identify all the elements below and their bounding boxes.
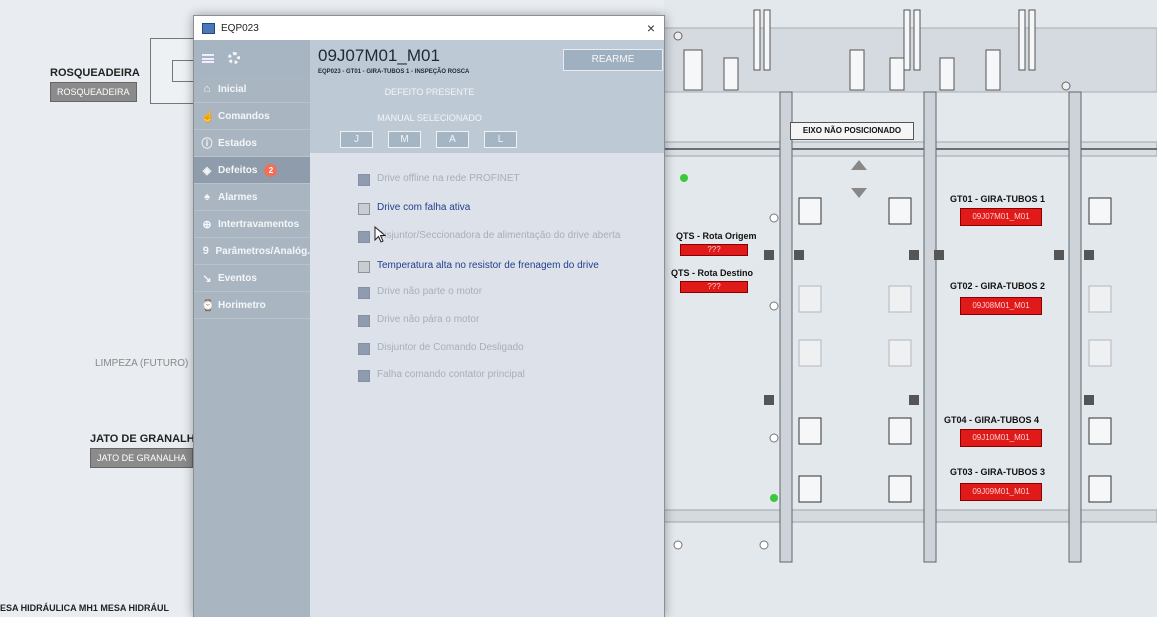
fault-inactive-indicator xyxy=(358,343,370,355)
dialog-title: EQP023 xyxy=(221,22,259,34)
fault-item: Drive com falha ativa xyxy=(358,202,648,215)
qts-origin-value: ??? xyxy=(680,244,748,256)
sidebar-item-7[interactable]: ↘ Eventos xyxy=(194,265,310,292)
rosqueadeira-machine-inner xyxy=(172,60,194,82)
fault-label: Disjuntor de Comando Desligado xyxy=(377,342,524,353)
gear-icon[interactable] xyxy=(228,52,240,64)
fault-status-text: DEFEITO PRESENTE xyxy=(384,87,475,97)
close-icon[interactable]: × xyxy=(638,20,664,36)
scada-screen: ROSQUEADEIRA ROSQUEADEIRA LIMPEZA (FUTUR… xyxy=(0,0,1157,617)
fault-label: Drive com falha ativa xyxy=(377,202,471,213)
jato-badge[interactable]: JATO DE GRANALHA xyxy=(90,448,194,468)
sidebar-item-2[interactable]: ⓘ Estados xyxy=(194,130,310,157)
bell-icon: ♠ xyxy=(204,191,210,203)
fault-item: Temperatura alta no resistor de frenagem… xyxy=(358,260,648,273)
fault-label: Drive não pára o motor xyxy=(377,314,480,325)
gt03-tag[interactable]: 09J09M01_M01 xyxy=(960,483,1042,501)
fault-active-indicator xyxy=(358,203,370,215)
fault-inactive-indicator xyxy=(358,287,370,299)
parameters-icon: 9 xyxy=(202,245,209,257)
info-icon: ⓘ xyxy=(201,138,213,150)
sidebar-item-label: Inicial xyxy=(218,83,247,95)
sidebar-item-8[interactable]: ⌚ Horimetro xyxy=(194,292,310,319)
sidebar-item-label: Horimetro xyxy=(218,299,266,311)
fault-inactive-indicator xyxy=(358,315,370,327)
gt01-tag[interactable]: 09J07M01_M01 xyxy=(960,208,1042,226)
gt04-tag[interactable]: 09J10M01_M01 xyxy=(960,429,1042,447)
jato-label: JATO DE GRANALHA xyxy=(90,433,203,445)
fault-active-indicator xyxy=(358,261,370,273)
qts-destination-label: QTS - Rota Destino xyxy=(671,268,754,278)
qts-origin-label: QTS - Rota Origem xyxy=(676,231,757,241)
rosqueadeira-label: ROSQUEADEIRA xyxy=(50,67,140,79)
gt04-title: GT04 - GIRA-TUBOS 4 xyxy=(944,415,1040,425)
fault-label: Temperatura alta no resistor de frenagem… xyxy=(377,260,599,271)
sidebar-item-label: Parâmetros/Analóg. xyxy=(215,245,310,257)
fault-label: Drive offline na rede PROFINET xyxy=(377,173,520,184)
device-path: EQP023 - GT01 - GIRA-TUBOS 1 - INSPEÇÃO … xyxy=(318,69,470,75)
fault-item: Disjuntor de Comando Desligado xyxy=(358,342,648,355)
menu-icon[interactable] xyxy=(202,53,214,63)
sidebar-item-label: Comandos xyxy=(218,110,270,122)
clock-icon: ⌚ xyxy=(201,299,215,312)
fault-label: Disjuntor/Seccionadora de alimentação do… xyxy=(377,230,621,241)
sidebar-item-3[interactable]: ◈ Defeitos 2 xyxy=(194,157,310,184)
dialog-sidebar: ⌂ Inicial ☝ Comandos ⓘ Estados ◈ Defeitos 2 ♠ Alar… xyxy=(194,40,310,617)
rearme-button[interactable]: REARME xyxy=(563,49,663,71)
app-window-icon xyxy=(202,22,215,34)
plant-layout-graphic xyxy=(664,0,1157,617)
fault-list: Drive offline na rede PROFINET Drive com … xyxy=(310,153,664,617)
sidebar-item-label: Estados xyxy=(218,137,257,149)
fault-label: Falha comando contator principal xyxy=(377,369,525,380)
sidebar-nav: ⌂ Inicial ☝ Comandos ⓘ Estados ◈ Defeitos 2 ♠ Alar… xyxy=(194,76,310,319)
sidebar-item-0[interactable]: ⌂ Inicial xyxy=(194,76,310,103)
sidebar-item-4[interactable]: ♠ Alarmes xyxy=(194,184,310,211)
gt01-title: GT01 - GIRA-TUBOS 1 xyxy=(950,194,1046,204)
axis-not-positioned-banner: EIXO NÃO POSICIONADO xyxy=(790,122,914,140)
mode-buttons: JMAL xyxy=(340,131,517,148)
mode-button-3[interactable]: L xyxy=(484,131,517,148)
sidebar-item-label: Eventos xyxy=(218,272,257,284)
mouse-cursor-icon xyxy=(374,226,387,243)
home-icon: ⌂ xyxy=(203,83,211,95)
bottom-table-labels: ESA HIDRÁULICA MH1 MESA HIDRÁUL xyxy=(0,603,170,613)
fault-item: Drive não pára o motor xyxy=(358,314,648,327)
sidebar-top-bar xyxy=(194,40,310,76)
fault-item: Disjuntor/Seccionadora de alimentação do… xyxy=(358,230,648,243)
qts-destination-value: ??? xyxy=(680,281,748,293)
sidebar-item-label: Defeitos xyxy=(218,164,258,176)
sidebar-item-label: Intertravamentos xyxy=(218,218,300,230)
fault-item: Drive não parte o motor xyxy=(358,286,648,299)
gt02-tag[interactable]: 09J08M01_M01 xyxy=(960,297,1042,315)
device-id: 09J07M01_M01 xyxy=(318,46,440,65)
fault-item: Drive offline na rede PROFINET xyxy=(358,173,648,186)
rosqueadeira-badge[interactable]: ROSQUEADEIRA xyxy=(50,82,137,102)
mode-button-0[interactable]: J xyxy=(340,131,373,148)
fault-label: Drive não parte o motor xyxy=(377,286,483,297)
events-icon: ↘ xyxy=(202,272,212,285)
fault-count-badge: 2 xyxy=(264,163,278,177)
hand-icon: ☝ xyxy=(201,110,215,123)
equipment-dialog: EQP023 × ⌂ Inicial ☝ Comandos ⓘ Estados ◈ Defei… xyxy=(193,15,665,617)
gt03-title: GT03 - GIRA-TUBOS 3 xyxy=(950,467,1046,477)
limpeza-label: LIMPEZA (FUTURO) xyxy=(95,358,189,369)
fault-inactive-indicator xyxy=(358,174,370,186)
sidebar-item-5[interactable]: ⊕ Intertravamentos xyxy=(194,211,310,238)
fault-inactive-indicator xyxy=(358,370,370,382)
interlock-icon: ⊕ xyxy=(202,218,212,231)
fault-icon: ◈ xyxy=(202,164,212,177)
mode-button-2[interactable]: A xyxy=(436,131,469,148)
dialog-titlebar[interactable]: EQP023 × xyxy=(194,16,664,40)
mode-status-text: MANUAL SELECIONADO xyxy=(377,113,482,123)
fault-inactive-indicator xyxy=(358,231,370,243)
device-header: 09J07M01_M01 EQP023 - GT01 - GIRA-TUBOS … xyxy=(310,40,664,153)
fault-item: Falha comando contator principal xyxy=(358,369,648,382)
mode-button-1[interactable]: M xyxy=(388,131,421,148)
sidebar-item-6[interactable]: 9 Parâmetros/Analóg. xyxy=(194,238,310,265)
sidebar-item-1[interactable]: ☝ Comandos xyxy=(194,103,310,130)
sidebar-item-label: Alarmes xyxy=(218,191,258,203)
gt02-title: GT02 - GIRA-TUBOS 2 xyxy=(950,281,1046,291)
